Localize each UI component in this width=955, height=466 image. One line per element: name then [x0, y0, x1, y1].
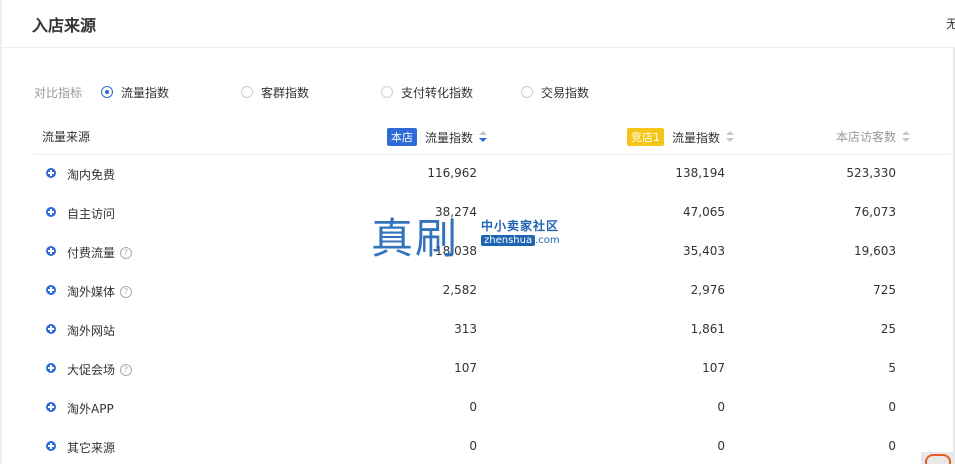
sort-desc-icon[interactable] [479, 131, 488, 143]
own-store-tag: 本店 [387, 128, 417, 146]
expand-plus-icon[interactable] [46, 402, 56, 412]
row-label-text: 淘外网站 [67, 324, 116, 338]
radio-pay-conversion-index[interactable]: 支付转化指数 [381, 82, 473, 102]
page-frame: 入店来源 无 对比指标 流量指数 客群指数 支付转化指数 交易指数 流量来源 本… [0, 0, 955, 464]
row-label-text: 其它来源 [67, 441, 116, 455]
table-row: 淘内免费 116,962 138,194 523,330 [34, 154, 951, 193]
left-edge [0, 0, 2, 464]
expand-plus-icon[interactable] [46, 168, 56, 178]
expand-plus-icon[interactable] [46, 285, 56, 295]
own-traffic-value: 2,582 [442, 283, 477, 297]
row-label-text: 淘内免费 [67, 168, 116, 182]
row-source-label: 淘外媒体? [67, 283, 133, 300]
sort-icon[interactable] [902, 130, 911, 143]
radio-label: 客群指数 [261, 85, 310, 100]
corner-logo-icon [921, 452, 955, 464]
visitors-value: 0 [888, 439, 896, 453]
visitors-value: 523,330 [846, 166, 896, 180]
comp-traffic-value: 35,403 [683, 244, 725, 258]
table-row: 大促会场? 107 107 5 [34, 349, 951, 388]
row-source-label: 淘外APP [67, 400, 114, 417]
comp-traffic-value: 0 [717, 439, 725, 453]
radio-traffic-index[interactable]: 流量指数 [101, 82, 169, 102]
visitors-value: 76,073 [854, 205, 896, 219]
radio-unchecked-icon [381, 86, 393, 98]
page-title: 入店来源 [32, 16, 97, 35]
row-source-label: 淘外网站 [67, 322, 115, 339]
own-metric-label: 流量指数 [425, 130, 474, 145]
filter-label: 对比指标 [34, 86, 83, 100]
radio-trade-index[interactable]: 交易指数 [521, 82, 589, 102]
panel-header: 入店来源 无 [2, 0, 955, 48]
own-traffic-value: 18,038 [435, 244, 477, 258]
expand-plus-icon[interactable] [46, 207, 56, 217]
expand-plus-icon[interactable] [46, 246, 56, 256]
row-label-text: 自主访问 [67, 207, 116, 221]
radio-checked-icon [101, 86, 113, 98]
row-source-label: 大促会场? [67, 361, 133, 378]
own-traffic-value: 0 [469, 439, 477, 453]
row-label-text: 付费流量 [67, 246, 116, 260]
radio-unchecked-icon [521, 86, 533, 98]
sort-icon[interactable] [726, 131, 735, 143]
help-question-icon[interactable]: ? [120, 363, 133, 376]
header-competitor-traffic[interactable]: 竞店1 流量指数 [627, 128, 735, 146]
comp-traffic-value: 138,194 [675, 166, 725, 180]
visitors-label: 本店访客数 [836, 130, 897, 144]
help-question-icon[interactable]: ? [120, 246, 133, 259]
table-body: 淘内免费 116,962 138,194 523,330 自主访问 38,274… [34, 154, 951, 466]
expand-plus-icon[interactable] [46, 441, 56, 451]
radio-label: 支付转化指数 [401, 85, 474, 100]
row-source-label: 淘内免费 [67, 166, 115, 183]
expand-plus-icon[interactable] [46, 324, 56, 334]
own-traffic-value: 116,962 [427, 166, 477, 180]
header-visitors[interactable]: 本店访客数 [836, 128, 911, 145]
help-question-icon[interactable]: ? [120, 285, 133, 298]
row-source-label: 自主访问 [67, 205, 115, 222]
visitors-value: 19,603 [854, 244, 896, 258]
row-source-label: 付费流量? [67, 244, 133, 261]
radio-label: 流量指数 [121, 85, 170, 100]
visitors-value: 25 [880, 322, 896, 336]
comp-traffic-value: 107 [702, 361, 725, 375]
competitor-tag: 竞店1 [627, 128, 664, 146]
own-traffic-value: 38,274 [435, 205, 477, 219]
row-label-text: 淘外APP [67, 402, 114, 416]
comp-traffic-value: 47,065 [683, 205, 725, 219]
comp-traffic-value: 1,861 [690, 322, 725, 336]
table-header: 流量来源 本店 流量指数 竞店1 流量指数 本店访客数 [34, 120, 951, 155]
radio-customer-index[interactable]: 客群指数 [241, 82, 309, 102]
header-truncated-text: 无 [946, 17, 955, 31]
visitors-value: 5 [888, 361, 896, 375]
radio-label: 交易指数 [541, 85, 590, 100]
row-label-text: 大促会场 [67, 363, 116, 377]
comp-traffic-value: 2,976 [690, 283, 725, 297]
table-row: 其它来源 0 0 0 [34, 427, 951, 466]
table-row: 付费流量? 18,038 35,403 19,603 [34, 232, 951, 271]
row-label-text: 淘外媒体 [67, 285, 116, 299]
header-source: 流量来源 [42, 130, 91, 144]
expand-plus-icon[interactable] [46, 363, 56, 373]
comp-traffic-value: 0 [717, 400, 725, 414]
row-source-label: 其它来源 [67, 439, 115, 456]
own-traffic-value: 107 [454, 361, 477, 375]
own-traffic-value: 313 [454, 322, 477, 336]
table-row: 淘外网站 313 1,861 25 [34, 310, 951, 349]
header-own-traffic[interactable]: 本店 流量指数 [387, 128, 488, 146]
visitors-value: 0 [888, 400, 896, 414]
table-row: 淘外APP 0 0 0 [34, 388, 951, 427]
own-traffic-value: 0 [469, 400, 477, 414]
visitors-value: 725 [873, 283, 896, 297]
radio-unchecked-icon [241, 86, 253, 98]
table-row: 自主访问 38,274 47,065 76,073 [34, 193, 951, 232]
table-row: 淘外媒体? 2,582 2,976 725 [34, 271, 951, 310]
comp-metric-label: 流量指数 [672, 130, 721, 145]
